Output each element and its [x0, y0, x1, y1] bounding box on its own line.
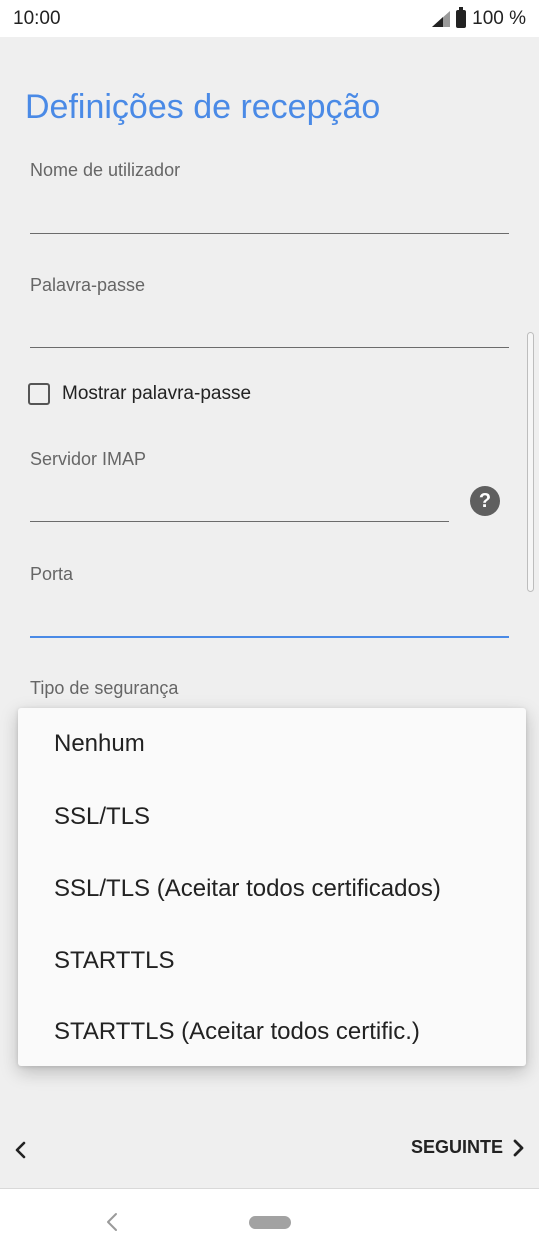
dropdown-option-starttls-all-certs[interactable]: STARTTLS (Aceitar todos certific.) [54, 1018, 420, 1046]
nav-home-pill[interactable] [249, 1216, 291, 1229]
battery-icon [456, 6, 467, 28]
imap-server-field[interactable] [30, 521, 449, 522]
status-bar: 10:00 100 % [0, 0, 539, 37]
next-button-label: SEGUINTE [410, 1137, 503, 1157]
nav-back-icon[interactable] [104, 1210, 120, 1234]
security-type-dropdown: Nenhum SSL/TLS SSL/TLS (Aceitar todos ce… [18, 708, 526, 1066]
show-password-label: Mostrar palavra-passe [62, 383, 252, 404]
chevron-right-icon [513, 1139, 524, 1156]
port-field[interactable] [30, 636, 509, 638]
username-label: Nome de utilizador [30, 160, 181, 180]
chevron-left-icon[interactable] [12, 1137, 30, 1163]
status-time: 10:00 [13, 7, 61, 29]
dropdown-option-nenhum[interactable]: Nenhum [54, 730, 145, 758]
help-icon[interactable]: ? [470, 486, 500, 516]
page-title: Definições de recepção [25, 88, 381, 126]
imap-server-label: Servidor IMAP [30, 449, 147, 469]
password-field[interactable] [30, 347, 509, 348]
dropdown-option-starttls[interactable]: STARTTLS [54, 947, 174, 975]
show-password-checkbox[interactable] [28, 383, 50, 405]
show-password-row[interactable]: Mostrar palavra-passe [28, 383, 251, 405]
username-field[interactable] [30, 233, 509, 234]
dropdown-option-ssl-tls-all-certs[interactable]: SSL/TLS (Aceitar todos certificados) [54, 875, 441, 903]
security-type-label: Tipo de segurança [30, 678, 179, 698]
battery-percent: 100 % [472, 7, 526, 29]
password-label: Palavra-passe [30, 275, 146, 295]
port-label: Porta [30, 564, 74, 584]
next-button[interactable]: SEGUINTE [411, 1137, 525, 1158]
scrollbar[interactable] [527, 332, 534, 592]
dropdown-option-ssl-tls[interactable]: SSL/TLS [54, 803, 150, 831]
signal-icon [432, 10, 451, 27]
status-indicators: 100 % [432, 6, 526, 30]
